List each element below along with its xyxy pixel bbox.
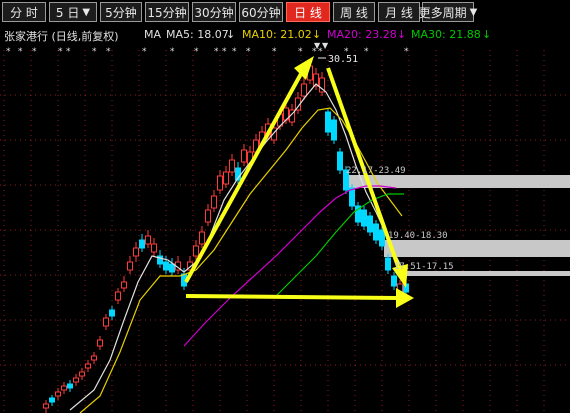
candle-up xyxy=(127,261,133,271)
candle-up xyxy=(79,371,85,377)
event-marker: * xyxy=(170,47,175,57)
candle-up xyxy=(115,291,121,301)
candle-up xyxy=(91,355,97,361)
event-marker: * xyxy=(194,47,199,57)
candle-up xyxy=(55,391,61,397)
peak-price-label: 30.51 xyxy=(328,54,358,65)
event-marker: * xyxy=(222,47,227,57)
candle-down xyxy=(367,215,373,233)
candle-up xyxy=(193,245,199,257)
candle-up xyxy=(121,281,127,289)
event-marker: * xyxy=(404,47,409,57)
candle-down xyxy=(109,309,115,317)
event-marker: * xyxy=(106,47,111,57)
candle-up xyxy=(145,235,151,245)
candle-up xyxy=(199,231,205,245)
candle-up xyxy=(301,83,307,97)
candle-up xyxy=(97,339,103,347)
candle-up xyxy=(151,243,157,253)
gap-band-2 xyxy=(384,240,570,257)
candle-up xyxy=(103,317,109,327)
candle-up xyxy=(223,171,229,185)
candle-up xyxy=(85,363,91,369)
candles xyxy=(43,60,409,413)
event-marker: ▼ xyxy=(322,41,329,50)
candle-down xyxy=(349,187,355,207)
candle-down xyxy=(337,151,343,171)
event-marker: * xyxy=(272,47,277,57)
candle-up xyxy=(229,159,235,173)
event-marker: * xyxy=(364,47,369,57)
candle-down xyxy=(49,397,55,403)
event-marker: ▼ xyxy=(314,41,321,50)
candle-up xyxy=(205,209,211,223)
candle-down xyxy=(373,223,379,241)
candle-down xyxy=(331,119,337,141)
candle-down xyxy=(361,209,367,227)
ma5-line xyxy=(69,83,407,411)
candle-down xyxy=(169,263,175,273)
candle-up xyxy=(211,195,217,209)
candle-up xyxy=(217,175,223,191)
event-marker: * xyxy=(142,47,147,57)
uptrend-arrow-line xyxy=(184,71,304,283)
moving-average-lines xyxy=(69,83,407,413)
candle-up xyxy=(43,403,49,409)
horizontal-arrow-line xyxy=(185,294,399,300)
event-marker: * xyxy=(66,47,71,57)
chart-grid: * * * * * * * * * * * * * * * * * * * * *▼ ▼ xyxy=(0,41,570,413)
gap-band-3-label: 17.51-17.15 xyxy=(394,262,454,272)
event-marker: * xyxy=(298,47,303,57)
candle-down xyxy=(325,111,331,133)
event-marker: * xyxy=(32,47,37,57)
candle-up xyxy=(61,385,67,391)
gap-band-2-label: 19.40-18.30 xyxy=(388,231,448,241)
candle-down xyxy=(67,383,73,389)
candle-down xyxy=(385,257,391,271)
gap-band-1-label: 22.17-23.49 xyxy=(346,166,406,176)
event-marker: * xyxy=(246,47,251,57)
event-marker: * xyxy=(232,47,237,57)
candle-down xyxy=(379,229,385,247)
candle-up xyxy=(73,377,79,383)
event-marker: * xyxy=(6,47,11,57)
candle-down xyxy=(391,275,397,287)
kline-chart[interactable]: * * * * * * * * * * * * * * * * * * * * *▼ ▼ 30.5122.17-23.49… xyxy=(0,0,570,413)
candle-up xyxy=(133,247,139,257)
candle-down xyxy=(139,239,145,249)
event-marker: * xyxy=(58,47,63,57)
event-marker: * xyxy=(92,47,97,57)
candle-up xyxy=(241,149,247,163)
event-marker: * xyxy=(214,47,219,57)
event-marker: * xyxy=(18,47,23,57)
candle-down xyxy=(163,261,169,271)
